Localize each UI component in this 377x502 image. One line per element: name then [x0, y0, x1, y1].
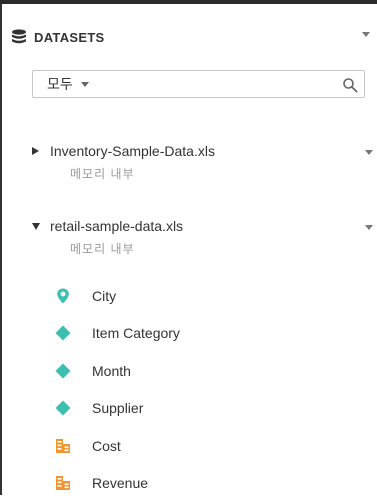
- dataset-inventory: Inventory-Sample-Data.xls 메모리 내부: [32, 141, 377, 182]
- dimension-diamond-icon: [54, 362, 72, 380]
- geo-pin-icon: [54, 287, 72, 305]
- expand-arrow-icon[interactable]: [32, 147, 46, 155]
- field-label: Month: [92, 363, 131, 379]
- field-label: Revenue: [92, 475, 148, 491]
- header-menu-caret-icon[interactable]: [362, 32, 370, 37]
- search-bar[interactable]: 모두: [32, 70, 365, 98]
- dataset-menu-caret-icon[interactable]: [365, 150, 373, 155]
- datasets-header: DATASETS: [10, 24, 372, 50]
- dataset-subtitle: 메모리 내부: [70, 165, 377, 182]
- field-item-item-category[interactable]: Item Category: [54, 315, 354, 353]
- collapse-arrow-icon[interactable]: [32, 223, 46, 230]
- field-item-city[interactable]: City: [54, 277, 354, 315]
- datasets-title: DATASETS: [34, 30, 105, 45]
- dataset-retail: retail-sample-data.xls 메모리 내부: [32, 216, 377, 257]
- dataset-row[interactable]: Inventory-Sample-Data.xls: [32, 141, 377, 161]
- field-label: Supplier: [92, 400, 143, 416]
- field-item-cost[interactable]: Cost: [54, 427, 354, 465]
- datasets-panel: DATASETS 모두 Inventory-Sample-Data.xls 메모…: [2, 4, 377, 495]
- dataset-menu-caret-icon[interactable]: [365, 225, 373, 230]
- dimension-diamond-icon: [54, 324, 72, 342]
- field-item-supplier[interactable]: Supplier: [54, 390, 354, 428]
- measure-icon: [54, 437, 72, 455]
- field-list: City Item Category Month Supplier: [54, 277, 354, 502]
- field-label: Item Category: [92, 325, 180, 341]
- dimension-diamond-icon: [54, 399, 72, 417]
- dataset-name[interactable]: retail-sample-data.xls: [50, 218, 183, 234]
- field-item-revenue[interactable]: Revenue: [54, 465, 354, 502]
- database-icon: [10, 28, 28, 46]
- dataset-row[interactable]: retail-sample-data.xls: [32, 216, 377, 236]
- field-item-month[interactable]: Month: [54, 352, 354, 390]
- scope-select[interactable]: 모두: [47, 74, 89, 94]
- field-label: Cost: [92, 438, 121, 454]
- dataset-name[interactable]: Inventory-Sample-Data.xls: [50, 143, 215, 159]
- scope-select-value: 모두: [47, 74, 73, 94]
- search-icon[interactable]: [342, 77, 358, 93]
- dataset-subtitle: 메모리 내부: [70, 240, 377, 257]
- measure-icon: [54, 474, 72, 492]
- chevron-down-icon: [81, 82, 89, 87]
- field-label: City: [92, 288, 116, 304]
